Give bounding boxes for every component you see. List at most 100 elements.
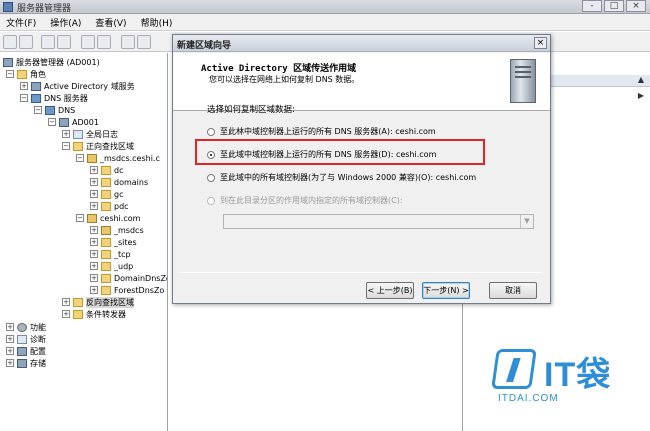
export-icon[interactable] [97, 35, 111, 49]
option-domain-controllers-w2000[interactable]: 至此域中的所有域控制器(为了与 Windows 2000 兼容)(O): ces… [207, 172, 476, 183]
tree-node-udp[interactable]: + _udp [90, 260, 133, 272]
expand-icon[interactable]: + [90, 250, 98, 258]
tree-node-gc[interactable]: + gc [90, 188, 123, 200]
collapse-icon[interactable]: − [48, 118, 56, 126]
maximize-button[interactable]: □ [604, 0, 624, 12]
expand-icon[interactable]: + [62, 130, 70, 138]
dns-icon [45, 105, 55, 115]
expand-icon[interactable]: + [62, 298, 70, 306]
menu-file[interactable]: 文件(F) [0, 14, 44, 30]
tree-node-global-logs[interactable]: + 全局日志 [62, 128, 118, 140]
cancel-button[interactable]: 取消 [489, 282, 537, 299]
expand-icon[interactable]: + [90, 202, 98, 210]
up-folder-icon[interactable] [41, 35, 55, 49]
expand-icon[interactable]: + [6, 335, 14, 343]
forward-arrow-icon[interactable] [19, 35, 33, 49]
close-button[interactable]: × [626, 0, 646, 12]
expand-arrow-icon[interactable]: ▲ [638, 75, 644, 84]
window-controls: - □ × [582, 0, 646, 12]
watermark-url: ITDAI.COM [498, 393, 559, 404]
expand-icon[interactable]: + [62, 310, 70, 318]
features-icon [17, 322, 27, 332]
tree-node-ceshi-zone[interactable]: − ceshi.com [76, 212, 140, 224]
dialog-close-button[interactable]: × [534, 37, 547, 49]
expand-icon[interactable]: + [90, 262, 98, 270]
expand-icon[interactable]: + [6, 359, 14, 367]
tree-node-domains[interactable]: + domains [90, 176, 148, 188]
more-actions-icon[interactable]: ▶ [638, 91, 644, 100]
diagnostics-icon [17, 334, 27, 344]
expand-icon[interactable]: + [90, 274, 98, 282]
expand-icon[interactable]: + [6, 323, 14, 331]
tree-node-reverse-zones[interactable]: + 反向查找区域 [62, 296, 134, 308]
radio-button[interactable] [207, 127, 215, 136]
tree-node-dns-server[interactable]: − DNS 服务器 [20, 92, 88, 104]
itdai-logo-icon [491, 349, 537, 389]
new-zone-wizard-dialog: 新建区域向导 × Active Directory 区域传送作用域 您可以选择在… [172, 34, 551, 304]
properties-icon[interactable] [137, 35, 151, 49]
folder-icon [73, 309, 83, 319]
button-separator [181, 272, 542, 273]
option-directory-partition: 到在此目录分区的作用域内指定的所有域控制器(C): [207, 195, 403, 206]
option-label: 到在此目录分区的作用域内指定的所有域控制器(C): [220, 196, 403, 205]
tree-node-msdcs[interactable]: + _msdcs [90, 224, 144, 236]
menu-bar: 文件(F) 操作(A) 查看(V) 帮助(H) [0, 14, 650, 31]
main-titlebar: 服务器管理器 - □ × [0, 0, 650, 14]
back-arrow-icon[interactable] [3, 35, 17, 49]
back-button[interactable]: < 上一步(B) [366, 282, 414, 299]
expand-icon[interactable]: + [90, 286, 98, 294]
collapse-icon[interactable]: − [76, 214, 84, 222]
menu-view[interactable]: 查看(V) [89, 14, 134, 30]
tree-node-features[interactable]: + 功能 [6, 321, 46, 333]
tree-node-msdcs-zone[interactable]: − _msdcs.ceshi.c [76, 152, 160, 164]
tree-node-forward-zones[interactable]: − 正向查找区域 [62, 140, 134, 152]
tree-node-diagnostics[interactable]: + 诊断 [6, 333, 46, 345]
tree-node-root[interactable]: 服务器管理器 (AD001) [3, 56, 100, 68]
selection-highlight-box [195, 139, 485, 165]
menu-help[interactable]: 帮助(H) [135, 14, 181, 30]
expand-icon[interactable]: + [90, 166, 98, 174]
expand-icon[interactable]: + [90, 178, 98, 186]
refresh-icon[interactable] [81, 35, 95, 49]
partition-dropdown: ▼ [223, 214, 534, 229]
option-forest-dns-servers[interactable]: 至此林中域控制器上运行的所有 DNS 服务器(A): ceshi.com [207, 126, 436, 137]
next-button[interactable]: 下一步(N) > [422, 282, 470, 299]
folder-icon [101, 177, 111, 187]
tree-node-sites[interactable]: + _sites [90, 236, 137, 248]
expand-icon[interactable]: + [20, 82, 28, 90]
tree-node-pdc[interactable]: + pdc [90, 200, 129, 212]
tree-node-forestdnszones[interactable]: + ForestDnsZo [90, 284, 164, 296]
collapse-icon[interactable]: − [6, 70, 14, 78]
expand-icon[interactable]: + [90, 226, 98, 234]
tree-node-domaindnszones[interactable]: + DomainDnsZo [90, 272, 167, 284]
folder-icon [73, 297, 83, 307]
collapse-icon[interactable]: − [76, 154, 84, 162]
show-tree-icon[interactable] [57, 35, 71, 49]
storage-icon [17, 358, 27, 368]
wizard-header-title: Active Directory 区域传送作用域 [201, 64, 357, 74]
tree-node-storage[interactable]: + 存储 [6, 357, 46, 369]
tree-node-dns[interactable]: − DNS [34, 104, 75, 116]
tree-node-tcp[interactable]: + _tcp [90, 248, 131, 260]
folder-icon [101, 189, 111, 199]
tree-node-dc[interactable]: + dc [90, 164, 123, 176]
zone-icon [87, 153, 97, 163]
folder-icon [101, 237, 111, 247]
expand-icon[interactable]: + [90, 238, 98, 246]
help-icon[interactable] [121, 35, 135, 49]
collapse-icon[interactable]: − [62, 142, 70, 150]
watermark-brand: IT袋 [544, 356, 612, 394]
expand-icon[interactable]: + [90, 190, 98, 198]
delegation-icon [101, 225, 111, 235]
radio-button[interactable] [207, 173, 215, 182]
expand-icon[interactable]: + [6, 347, 14, 355]
collapse-icon[interactable]: − [20, 94, 28, 102]
tree-node-host[interactable]: − AD001 [48, 116, 99, 128]
tree-node-configuration[interactable]: + 配置 [6, 345, 46, 357]
menu-action[interactable]: 操作(A) [44, 14, 89, 30]
minimize-button[interactable]: - [582, 0, 602, 12]
tree-node-forwarders[interactable]: + 条件转发器 [62, 308, 126, 320]
tree-node-ad-service[interactable]: + Active Directory 域服务 [20, 80, 135, 92]
collapse-icon[interactable]: − [34, 106, 42, 114]
tree-node-roles[interactable]: − 角色 [6, 68, 46, 80]
